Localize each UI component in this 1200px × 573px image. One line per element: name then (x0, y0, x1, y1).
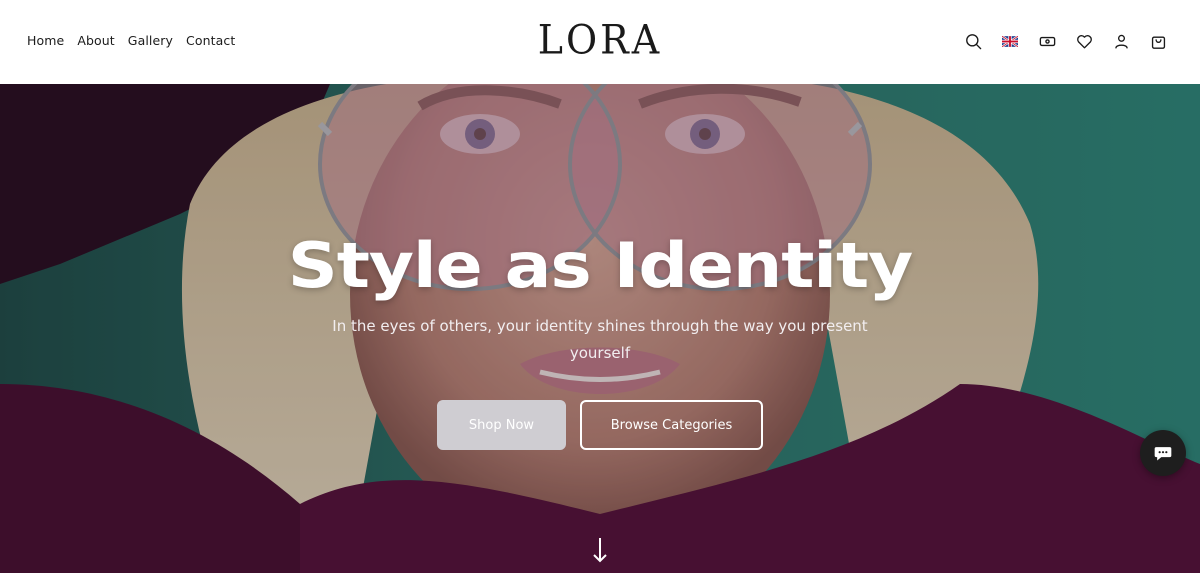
user-icon[interactable] (1111, 31, 1131, 51)
arrow-down-icon[interactable] (592, 537, 608, 563)
shopping-bag-icon[interactable] (1148, 31, 1168, 51)
currency-icon[interactable] (1037, 31, 1057, 51)
header-icons (963, 31, 1168, 51)
browse-categories-button[interactable]: Browse Categories (580, 400, 763, 450)
chat-widget-button[interactable] (1140, 430, 1186, 476)
search-icon[interactable] (963, 31, 983, 51)
hero-subtitle: In the eyes of others, your identity shi… (332, 317, 868, 362)
hero-section: Style as Identity In the eyes of others,… (0, 84, 1200, 573)
chat-bubble-icon (1154, 447, 1172, 461)
shop-now-button[interactable]: Shop Now (437, 400, 566, 450)
uk-flag-icon[interactable] (1000, 31, 1020, 51)
heart-icon[interactable] (1074, 31, 1094, 51)
hero-headline: Style as Identity (287, 229, 914, 302)
site-header: Home About Gallery Contact LORA (0, 0, 1200, 84)
